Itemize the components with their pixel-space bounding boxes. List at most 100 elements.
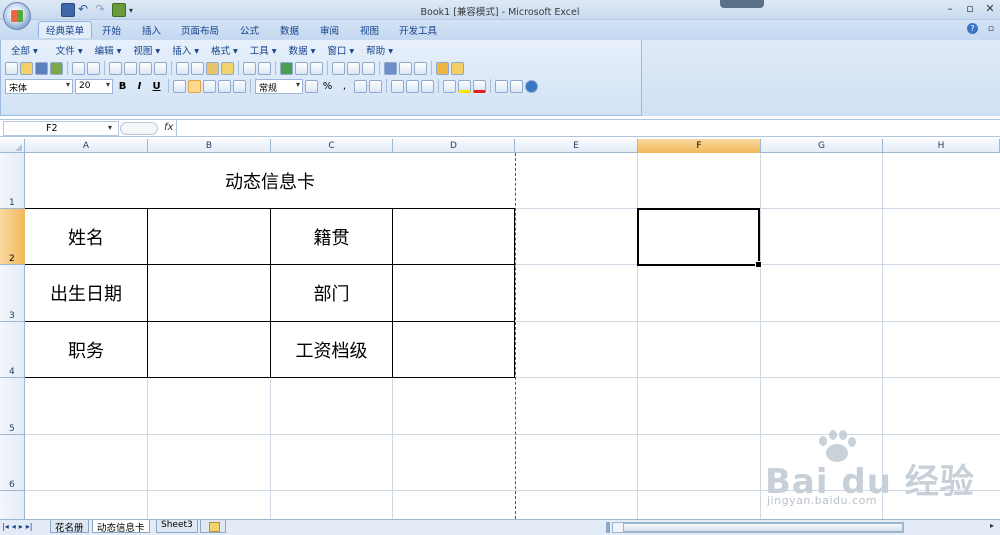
underline-button[interactable]: U <box>149 79 164 94</box>
active-cell-f2[interactable] <box>637 208 762 268</box>
row-header-6[interactable]: 6 <box>0 435 25 491</box>
last-sheet-icon[interactable]: ▸| <box>26 522 33 531</box>
print-icon[interactable] <box>87 61 100 75</box>
first-sheet-icon[interactable]: |◂ <box>2 522 9 531</box>
styles-icon[interactable] <box>495 79 508 93</box>
cell-title[interactable]: 动态信息卡 <box>25 153 515 208</box>
folder-icon[interactable] <box>451 61 464 75</box>
tab-home[interactable]: 开始 <box>102 23 121 37</box>
column-header-e[interactable]: E <box>515 139 638 153</box>
decrease-decimal-icon[interactable] <box>369 79 382 93</box>
tab-insert[interactable]: 插入 <box>142 23 161 37</box>
increase-decimal-icon[interactable] <box>354 79 367 93</box>
cell-c4[interactable]: 工资档级 <box>271 322 392 377</box>
permission-icon[interactable] <box>50 61 63 75</box>
chart-icon[interactable] <box>384 61 397 75</box>
font-name-combo[interactable]: 宋体 <box>5 78 73 94</box>
cell-styles-icon[interactable] <box>421 79 434 93</box>
office-button[interactable] <box>3 2 31 30</box>
column-header-a[interactable]: A <box>25 139 148 153</box>
format-painter-icon[interactable] <box>221 61 234 75</box>
wrap-text-icon[interactable] <box>233 79 246 93</box>
email-icon[interactable] <box>72 61 85 75</box>
align-right-icon[interactable] <box>203 79 216 93</box>
column-header-f[interactable]: F <box>638 139 761 153</box>
worksheet-grid[interactable]: 动态信息卡 姓名 籍贯 出生日期 部门 职务 工资档级 <box>25 153 1000 519</box>
doc-close-icon[interactable]: ▫ <box>988 24 994 34</box>
currency-icon[interactable] <box>305 79 318 93</box>
horizontal-scroll-thumb[interactable] <box>623 523 903 532</box>
autosum-icon[interactable] <box>295 61 308 75</box>
sort-descending-icon[interactable] <box>347 61 360 75</box>
tab-review[interactable]: 审阅 <box>320 23 339 37</box>
font-size-combo[interactable]: 20 <box>75 78 113 94</box>
translate-icon[interactable] <box>154 61 167 75</box>
cut-icon[interactable] <box>176 61 189 75</box>
cell-c3[interactable]: 部门 <box>271 265 392 321</box>
column-header-h[interactable]: H <box>883 139 1000 153</box>
filter-icon[interactable] <box>362 61 375 75</box>
tab-view[interactable]: 视图 <box>360 23 379 37</box>
insert-sheet-icon[interactable] <box>200 520 226 533</box>
save-icon[interactable] <box>35 61 48 75</box>
research-icon[interactable] <box>124 61 137 75</box>
comma-button[interactable]: , <box>337 79 352 94</box>
drawing-icon[interactable] <box>399 61 412 75</box>
menu-all[interactable]: 全部 ▾ <box>5 43 44 57</box>
spelling-icon[interactable] <box>139 61 152 75</box>
cell-d4[interactable] <box>393 322 514 377</box>
print-preview-icon[interactable] <box>109 61 122 75</box>
tab-classic-menu[interactable]: 经典菜单 <box>38 21 93 38</box>
tab-data[interactable]: 数据 <box>280 23 299 37</box>
insert-function-icon[interactable]: fx <box>164 122 173 133</box>
sheet-tab-sheet3[interactable]: Sheet3 <box>156 520 198 533</box>
prev-sheet-icon[interactable]: ◂ <box>12 522 16 531</box>
borders-icon[interactable] <box>443 79 456 93</box>
row-header-1[interactable]: 1 <box>0 153 25 209</box>
tab-page-layout[interactable]: 页面布局 <box>181 23 219 37</box>
column-header-d[interactable]: D <box>393 139 515 153</box>
new-icon[interactable] <box>5 61 18 75</box>
decrease-indent-icon[interactable] <box>391 79 404 93</box>
align-left-icon[interactable] <box>173 79 186 93</box>
row-header-3[interactable]: 3 <box>0 265 25 322</box>
row-header-4[interactable]: 4 <box>0 322 25 378</box>
menu-help[interactable]: 帮助 ▾ <box>360 43 399 57</box>
horizontal-scrollbar[interactable] <box>612 522 904 533</box>
help-icon[interactable] <box>525 79 538 93</box>
paste-icon[interactable] <box>206 61 219 75</box>
percent-button[interactable]: % <box>320 79 335 94</box>
menu-tools[interactable]: 工具 ▾ <box>244 43 283 57</box>
name-box[interactable]: F2 <box>3 121 119 136</box>
sort-ascending-icon[interactable] <box>332 61 345 75</box>
menu-file[interactable]: 文件 ▾ <box>44 43 89 57</box>
minimize-icon[interactable]: – <box>944 2 956 15</box>
redo-icon[interactable] <box>258 61 271 75</box>
tab-formulas[interactable]: 公式 <box>240 23 259 37</box>
cell-a4[interactable]: 职务 <box>25 322 147 377</box>
menu-data[interactable]: 数据 ▾ <box>283 43 322 57</box>
conditional-format-icon[interactable] <box>436 61 449 75</box>
menu-format[interactable]: 格式 ▾ <box>205 43 244 57</box>
bold-button[interactable]: B <box>115 79 130 94</box>
help-icon[interactable]: ? <box>967 23 978 34</box>
hyperlink-icon[interactable] <box>280 61 293 75</box>
menu-edit[interactable]: 编辑 ▾ <box>89 43 128 57</box>
undo-icon[interactable] <box>243 61 256 75</box>
name-box-dropdown-icon[interactable]: ▾ <box>108 123 112 132</box>
cell-b3[interactable] <box>148 265 270 321</box>
formula-bar-expand-icon[interactable] <box>120 122 158 135</box>
number-format-combo[interactable]: 常规 <box>255 78 303 94</box>
next-sheet-icon[interactable]: ▸ <box>19 522 23 531</box>
cell-c2[interactable]: 籍贯 <box>271 209 392 264</box>
formula-input[interactable] <box>180 122 990 135</box>
font-color-icon[interactable] <box>473 79 486 93</box>
row-header-7[interactable] <box>0 491 25 519</box>
cell-a2[interactable]: 姓名 <box>25 209 147 264</box>
cell-d3[interactable] <box>393 265 514 321</box>
cell-b4[interactable] <box>148 322 270 377</box>
function-icon[interactable] <box>310 61 323 75</box>
restore-icon[interactable]: ▫ <box>964 2 976 15</box>
cell-d2[interactable] <box>393 209 514 264</box>
increase-indent-icon[interactable] <box>406 79 419 93</box>
